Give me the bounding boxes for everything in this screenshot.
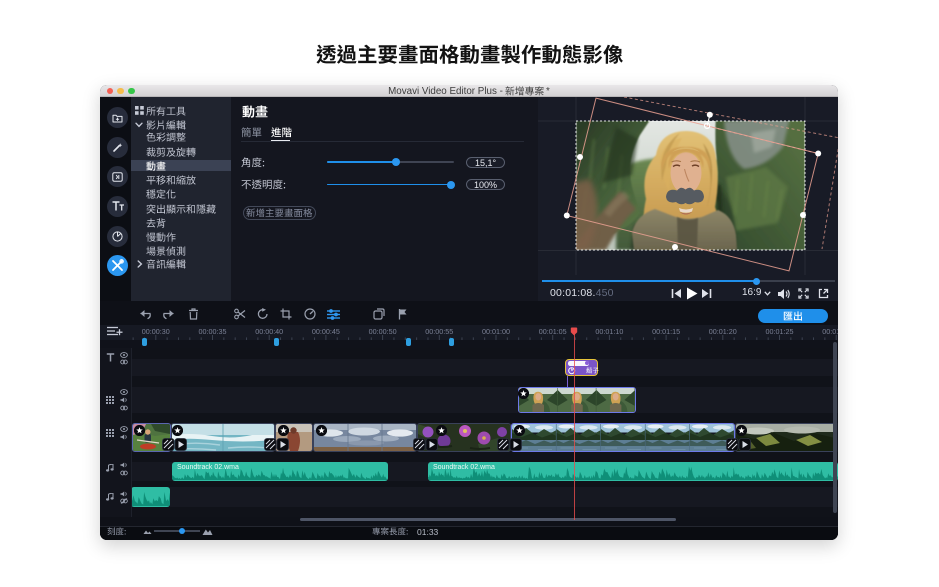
svg-text:00:00:35: 00:00:35 bbox=[199, 327, 227, 336]
svg-text:00:01:05: 00:01:05 bbox=[539, 327, 567, 336]
svg-text:00:00:55: 00:00:55 bbox=[425, 327, 453, 336]
svg-text:00:00:45: 00:00:45 bbox=[312, 327, 340, 336]
svg-text:00:00:30: 00:00:30 bbox=[142, 327, 170, 336]
svg-text:00:01:00: 00:01:00 bbox=[482, 327, 510, 336]
svg-text:00:01:30: 00:01:30 bbox=[822, 327, 838, 336]
svg-text:00:01:15: 00:01:15 bbox=[652, 327, 680, 336]
svg-text:00:01:25: 00:01:25 bbox=[766, 327, 794, 336]
svg-text:00:00:50: 00:00:50 bbox=[369, 327, 397, 336]
svg-text:00:01:20: 00:01:20 bbox=[709, 327, 737, 336]
svg-text:00:01:10: 00:01:10 bbox=[595, 327, 623, 336]
svg-text:00:00:40: 00:00:40 bbox=[255, 327, 283, 336]
